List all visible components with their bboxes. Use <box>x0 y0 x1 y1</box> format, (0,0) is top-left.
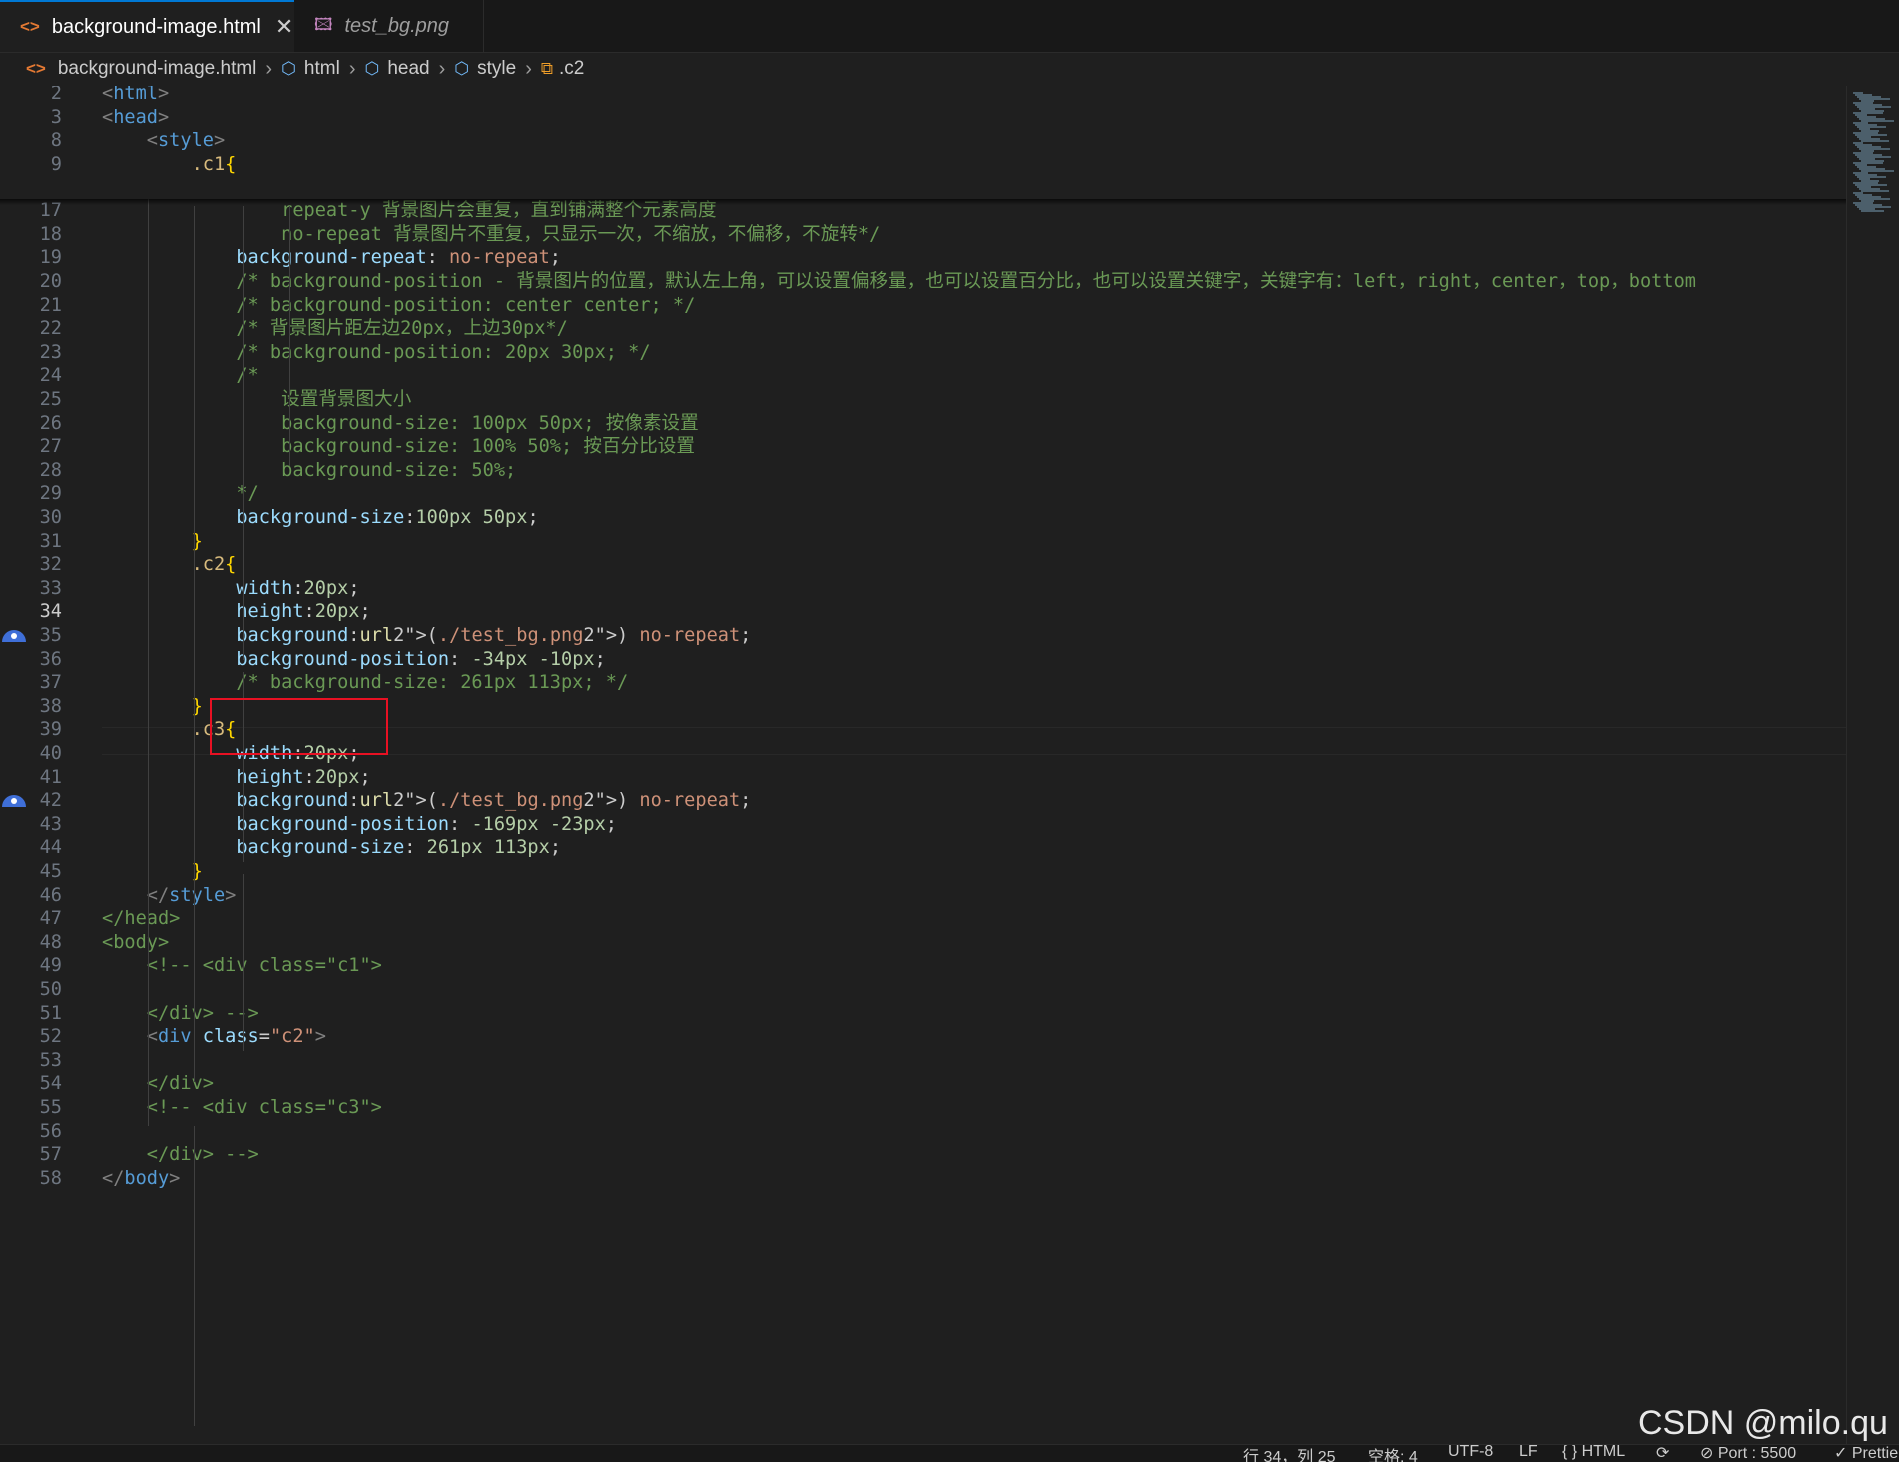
tab-label: test_bg.png <box>344 14 450 37</box>
indentation[interactable]: 空格: 4 <box>1368 1445 1418 1462</box>
watermark: CSDN @milo.qu <box>1638 1404 1888 1442</box>
line-ending[interactable]: LF <box>1519 1445 1538 1461</box>
cube-icon: ⬡ <box>364 59 380 78</box>
tab-bar: <> background-image.html ✕ 🖾 test_bg.png <box>0 0 1899 53</box>
status-bar: 行 34，列 25 空格: 4 UTF-8 LF { } HTML ⟳ ⊘ Po… <box>0 1444 1899 1462</box>
chevron-right-icon: › <box>438 57 446 80</box>
breadcrumb-item-head[interactable]: ⬡ head <box>365 58 430 80</box>
code-line[interactable]: 9 .c1{ <box>0 151 1846 179</box>
prettier-status[interactable]: ✓ Prettier <box>1834 1445 1899 1462</box>
breadcrumb-item-c2[interactable]: ⧉ .c2 <box>541 58 585 80</box>
line-number: 58 <box>39 1167 62 1189</box>
tab-label: background-image.html <box>51 15 261 38</box>
html-file-icon: <> <box>26 59 46 78</box>
line-number: 9 <box>50 153 62 175</box>
minimap[interactable] <box>1846 86 1899 1444</box>
breadcrumb-item-style[interactable]: ⬡ style <box>454 58 516 80</box>
selector-icon: ⧉ <box>540 59 554 78</box>
chevron-right-icon: › <box>348 57 356 80</box>
code-text: </body> <box>102 1167 181 1189</box>
close-icon[interactable]: ✕ <box>275 14 293 40</box>
image-file-icon: 🖾 <box>314 14 333 34</box>
language-mode[interactable]: { } HTML <box>1562 1445 1625 1461</box>
tab-test-bg-png[interactable]: 🖾 test_bg.png <box>294 0 484 52</box>
cube-icon: ⬡ <box>281 59 296 78</box>
live-server-icon[interactable]: ⟳ <box>1656 1445 1669 1462</box>
cube-icon: ⬡ <box>454 59 470 78</box>
breadcrumb: <> background-image.html › ⬡ html › ⬡ he… <box>0 52 1899 86</box>
tab-background-image-html[interactable]: <> background-image.html ✕ <box>0 0 294 52</box>
live-server-port[interactable]: ⊘ Port : 5500 <box>1700 1445 1796 1462</box>
code-line[interactable]: 58 </body> <box>0 1165 1846 1193</box>
breadcrumb-item-file[interactable]: <> background-image.html <box>26 58 256 80</box>
html-file-icon: <> <box>20 17 40 36</box>
code-editor[interactable]: 2<html>3<head>8 <style>9 .c1{15 repeat 默… <box>0 86 1846 1444</box>
encoding[interactable]: UTF-8 <box>1448 1445 1493 1461</box>
chevron-right-icon: › <box>525 57 532 80</box>
cursor-position[interactable]: 行 34，列 25 <box>1243 1445 1336 1462</box>
annotation-highlight-box <box>210 698 388 755</box>
code-text: .c1{ <box>191 153 237 175</box>
breadcrumb-item-html[interactable]: ⬡ html <box>281 58 340 80</box>
chevron-right-icon: › <box>265 57 273 80</box>
